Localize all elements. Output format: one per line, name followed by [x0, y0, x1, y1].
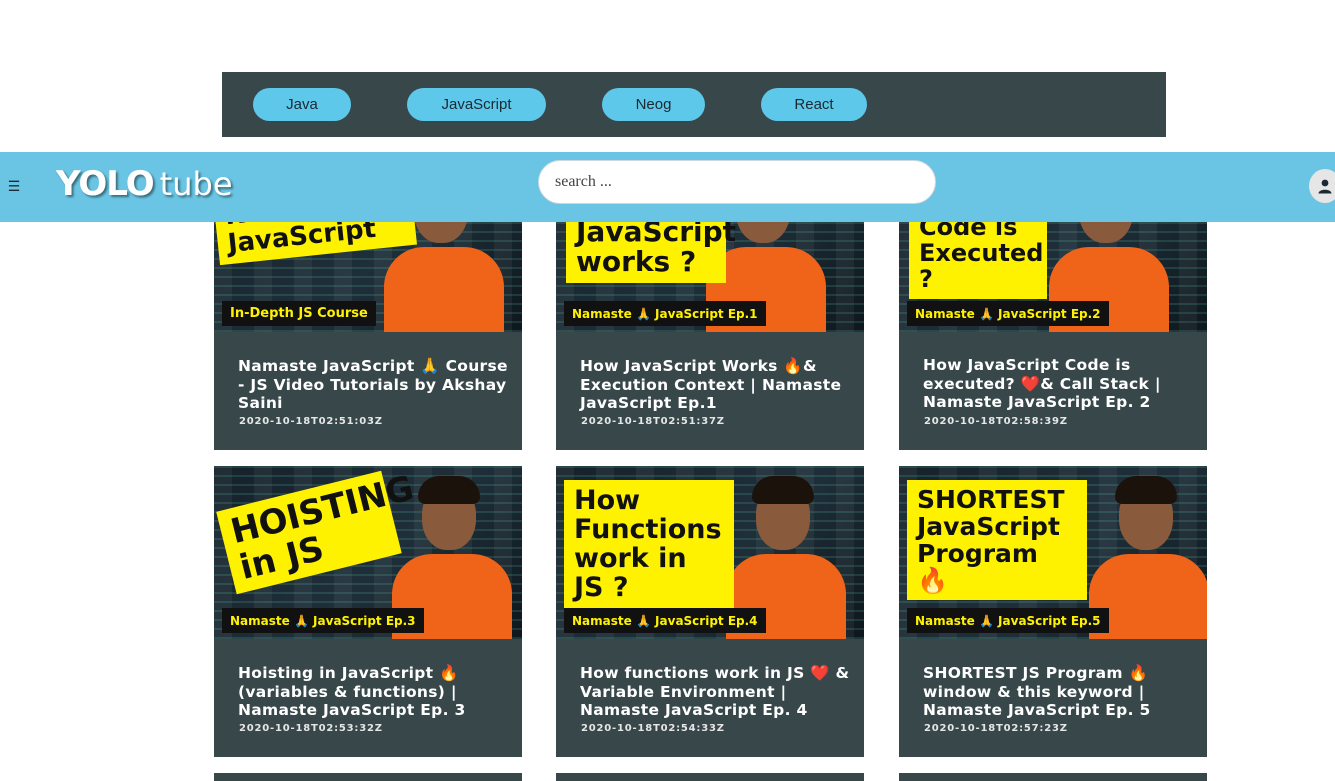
search-input[interactable]: [538, 160, 936, 204]
video-title[interactable]: How JavaScript Code is executed? ❤️& Cal…: [923, 356, 1203, 412]
category-chip-java[interactable]: Java: [253, 88, 351, 121]
video-thumbnail[interactable]: SHORTEST JavaScript Program 🔥 Namaste 🙏 …: [899, 466, 1207, 639]
thumbnail-badge: In-Depth JS Course: [222, 301, 376, 326]
video-title[interactable]: Namaste JavaScript 🙏 Course - JS Video T…: [238, 357, 518, 413]
user-avatar-button[interactable]: [1309, 169, 1335, 203]
category-chip-neog[interactable]: Neog: [602, 88, 705, 121]
category-chip-react[interactable]: React: [761, 88, 867, 121]
video-date: 2020-10-18T02:57:23Z: [924, 723, 1068, 734]
video-title[interactable]: SHORTEST JS Program 🔥 window & this keyw…: [923, 664, 1203, 720]
video-title[interactable]: How functions work in JS ❤️ & Variable E…: [580, 664, 860, 720]
video-thumbnail[interactable]: HOISTING in JS Namaste 🙏 JavaScript Ep.3: [214, 466, 522, 639]
video-card[interactable]: SHORTEST JavaScript Program 🔥 Namaste 🙏 …: [899, 466, 1207, 757]
logo-wordmark-yolo: YOLO: [56, 164, 155, 204]
video-card[interactable]: [214, 773, 522, 781]
thumbnail-badge: Namaste 🙏 JavaScript Ep.5: [907, 608, 1109, 633]
video-date: 2020-10-18T02:53:32Z: [239, 723, 383, 734]
video-date: 2020-10-18T02:51:37Z: [581, 416, 725, 427]
thumbnail-headline: SHORTEST JavaScript Program 🔥: [907, 480, 1087, 600]
app-header: ☰ YOLO tube: [0, 152, 1335, 222]
category-chip-javascript[interactable]: JavaScript: [407, 88, 546, 121]
video-date: 2020-10-18T02:58:39Z: [924, 416, 1068, 427]
video-thumbnail[interactable]: How Functions work in JS ? Namaste 🙏 Jav…: [556, 466, 864, 639]
video-card[interactable]: [556, 773, 864, 781]
thumbnail-headline: Code is Executed ?: [909, 209, 1047, 299]
video-title[interactable]: How JavaScript Works 🔥& Execution Contex…: [580, 357, 860, 413]
video-card[interactable]: [899, 773, 1207, 781]
thumbnail-badge: Namaste 🙏 JavaScript Ep.1: [564, 301, 766, 326]
video-card[interactable]: How Functions work in JS ? Namaste 🙏 Jav…: [556, 466, 864, 757]
thumbnail-badge: Namaste 🙏 JavaScript Ep.2: [907, 301, 1109, 326]
thumbnail-badge: Namaste 🙏 JavaScript Ep.4: [564, 608, 766, 633]
category-bar: Java JavaScript Neog React: [222, 72, 1166, 137]
video-date: 2020-10-18T02:51:03Z: [239, 416, 383, 427]
menu-icon[interactable]: ☰: [6, 176, 22, 196]
thumbnail-headline: How Functions work in JS ?: [564, 480, 734, 609]
app-logo[interactable]: YOLO tube: [56, 164, 233, 208]
video-title[interactable]: Hoisting in JavaScript 🔥 (variables & fu…: [238, 664, 518, 720]
user-icon: [1318, 179, 1332, 194]
video-date: 2020-10-18T02:54:33Z: [581, 723, 725, 734]
thumbnail-badge: Namaste 🙏 JavaScript Ep.3: [222, 608, 424, 633]
logo-wordmark-tube: tube: [159, 165, 233, 203]
video-card[interactable]: HOISTING in JS Namaste 🙏 JavaScript Ep.3…: [214, 466, 522, 757]
